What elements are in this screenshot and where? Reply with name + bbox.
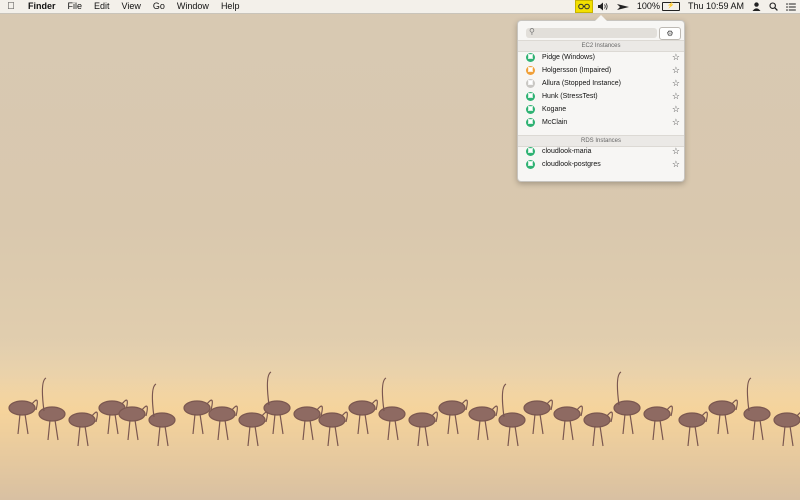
menu-bar:  Finder File Edit View Go Window Help 1… (0, 0, 800, 14)
instance-status-icon: ▣ (526, 118, 535, 127)
menu-view[interactable]: View (116, 0, 147, 13)
notification-center-icon[interactable] (782, 2, 800, 11)
instance-label: cloudlook-postgres (542, 161, 601, 168)
menu-edit[interactable]: Edit (88, 0, 116, 13)
user-icon[interactable] (748, 2, 765, 11)
ec2-instance-row[interactable]: ▣ Kogane ☆ (518, 103, 684, 116)
menu-window[interactable]: Window (171, 0, 215, 13)
battery-icon: ⚡ (661, 2, 680, 11)
ec2-instance-row[interactable]: ▣ Hunk (StressTest) ☆ (518, 90, 684, 103)
ec2-instance-list: ▣ Pidge (Windows) ☆ ▣ Holgersson (Impaired) ☆… (518, 51, 684, 129)
menu-go[interactable]: Go (147, 0, 171, 13)
menu-app-name[interactable]: Finder (22, 0, 62, 13)
volume-icon[interactable] (593, 2, 613, 11)
favorite-star-icon[interactable]: ☆ (672, 145, 680, 158)
instance-label: Allura (Stopped Instance) (542, 80, 621, 87)
favorite-star-icon[interactable]: ☆ (672, 64, 680, 77)
battery-status[interactable]: 100% ⚡ (633, 0, 684, 13)
instance-status-icon: ▣ (526, 160, 535, 169)
rds-instance-row[interactable]: ▣ cloudlook-postgres ☆ (518, 158, 684, 171)
ec2-instance-row[interactable]: ▣ McClain ☆ (518, 116, 684, 129)
instance-label: Hunk (StressTest) (542, 93, 598, 100)
spotlight-search-icon[interactable] (765, 2, 782, 11)
gear-icon: ⚙ (666, 29, 674, 38)
favorite-star-icon[interactable]: ☆ (672, 77, 680, 90)
instance-status-icon: ▣ (526, 79, 535, 88)
instance-label: Pidge (Windows) (542, 54, 595, 61)
ec2-instance-row[interactable]: ▣ Holgersson (Impaired) ☆ (518, 64, 684, 77)
instance-status-icon: ▣ (526, 53, 535, 62)
search-icon: ⚲ (529, 27, 535, 36)
ec2-instance-row[interactable]: ▣ Allura (Stopped Instance) ☆ (518, 77, 684, 90)
favorite-star-icon[interactable]: ☆ (672, 90, 680, 103)
instance-label: McClain (542, 119, 568, 126)
rds-instance-row[interactable]: ▣ cloudlook-maria ☆ (518, 145, 684, 158)
favorite-star-icon[interactable]: ☆ (672, 103, 680, 116)
instance-label: Holgersson (Impaired) (542, 67, 612, 74)
instance-status-icon: ▣ (526, 105, 535, 114)
cloudlook-popover: ⚲ ⚙ EC2 Instances ▣ Pidge (Windows) ☆ ▣ Holg… (517, 15, 685, 182)
favorite-star-icon[interactable]: ☆ (672, 116, 680, 129)
airplay-flag-icon[interactable] (613, 3, 633, 11)
flamingo-wallpaper (0, 340, 800, 500)
instance-status-icon: ▣ (526, 66, 535, 75)
battery-percent: 100% (636, 1, 660, 11)
instance-status-icon: ▣ (526, 92, 535, 101)
cloudlook-status-icon[interactable] (574, 0, 593, 13)
search-input[interactable] (539, 28, 653, 38)
instance-label: Kogane (542, 106, 567, 113)
favorite-star-icon[interactable]: ☆ (672, 51, 680, 64)
instance-status-icon: ▣ (526, 147, 535, 156)
apple-icon[interactable]:  (0, 1, 22, 12)
clock[interactable]: Thu 10:59 AM (684, 0, 748, 13)
instance-label: cloudlook-maria (542, 148, 592, 155)
rds-instance-list: ▣ cloudlook-maria ☆ ▣ cloudlook-postgres ☆ (518, 145, 684, 171)
menu-file[interactable]: File (62, 0, 89, 13)
ec2-instance-row[interactable]: ▣ Pidge (Windows) ☆ (518, 51, 684, 64)
favorite-star-icon[interactable]: ☆ (672, 158, 680, 171)
search-field[interactable]: ⚲ (526, 27, 657, 38)
settings-button[interactable]: ⚙ (659, 27, 681, 40)
menu-help[interactable]: Help (215, 0, 246, 13)
